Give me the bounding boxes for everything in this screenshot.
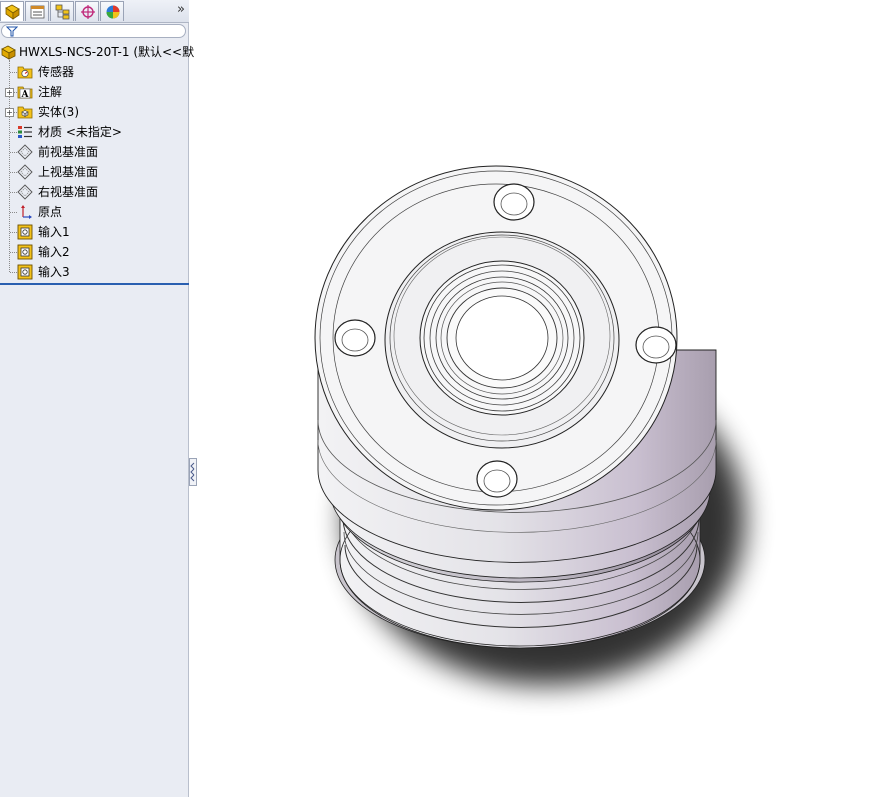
tree-root[interactable]: HWXLS-NCS-20T-1 (默认<<默 [0, 42, 194, 62]
feature-manager-icon [5, 4, 20, 20]
tree-item-solid-bodies[interactable]: + 实体(3) [0, 102, 189, 122]
solid-bodies-folder-icon [17, 106, 33, 119]
tree-item-front-plane[interactable]: 前视基准面 [0, 142, 189, 162]
panel-tab-bar: » [0, 0, 189, 23]
tree-item-import-3[interactable]: 输入3 [0, 262, 189, 282]
tree-root-label: HWXLS-NCS-20T-1 (默认<<默 [19, 45, 195, 59]
tree-item-label: 原点 [38, 205, 63, 219]
plane-icon [17, 184, 33, 200]
feature-manager-panel: » HWXLS-NCS-20T-1 (默认<<默 传感器 + A 注解 + 实体… [0, 0, 194, 797]
property-manager-icon [30, 5, 45, 19]
tree-item-label: 输入3 [38, 265, 70, 279]
tree-item-label: 材质 <未指定> [38, 125, 122, 139]
tree-item-annotations[interactable]: + A 注解 [0, 82, 189, 102]
tree-branch [10, 72, 17, 73]
tree-item-label: 输入2 [38, 245, 70, 259]
display-manager-tab[interactable] [100, 1, 124, 21]
load-cell-model[interactable] [314, 165, 717, 649]
tree-item-label: 注解 [38, 85, 63, 99]
tree-branch [10, 152, 17, 153]
tree-branch [10, 192, 17, 193]
tree-item-right-plane[interactable]: 右视基准面 [0, 182, 189, 202]
tree-branch [10, 172, 17, 173]
tree-branch [10, 252, 17, 253]
property-manager-tab[interactable] [25, 1, 49, 21]
expand-toggle[interactable]: + [5, 108, 14, 117]
tree-item-label: 右视基准面 [38, 185, 99, 199]
display-manager-icon [106, 5, 120, 19]
tree-item-top-plane[interactable]: 上视基准面 [0, 162, 189, 182]
annotation-icon: A [17, 86, 33, 100]
configuration-manager-icon [55, 4, 70, 20]
imported-body-icon [17, 244, 33, 260]
tree-filter-input[interactable] [1, 24, 186, 38]
sensor-folder-icon [17, 66, 33, 79]
dimxpert-tab[interactable] [75, 1, 99, 21]
tree-item-label: 传感器 [38, 65, 75, 79]
configuration-manager-tab[interactable] [50, 1, 74, 21]
tree-item-import-1[interactable]: 输入1 [0, 222, 189, 242]
tree-item-label: 上视基准面 [38, 165, 99, 179]
tree-item-import-2[interactable]: 输入2 [0, 242, 189, 262]
svg-text:A: A [21, 90, 30, 100]
tree-item-origin[interactable]: 原点 [0, 202, 189, 222]
tree-branch [10, 232, 17, 233]
material-icon [18, 126, 32, 138]
tree-item-label: 前视基准面 [38, 145, 99, 159]
dimxpert-icon [81, 5, 95, 19]
origin-icon [21, 205, 32, 219]
expand-toggle[interactable]: + [5, 88, 14, 97]
tree-item-label: 实体(3) [38, 105, 79, 119]
tree-branch [10, 272, 17, 273]
tree-item-label: 输入1 [38, 225, 70, 239]
plane-icon [17, 164, 33, 180]
tree-branch [10, 132, 17, 133]
feature-manager-tab[interactable] [0, 1, 24, 21]
graphics-viewport[interactable] [190, 0, 871, 797]
rollback-bar[interactable] [0, 283, 189, 285]
tree-item-sensors[interactable]: 传感器 [0, 62, 189, 82]
part-icon [1, 45, 16, 60]
filter-funnel-icon [6, 26, 18, 37]
imported-body-icon [17, 264, 33, 280]
tree-branch [10, 212, 17, 213]
imported-body-icon [17, 224, 33, 240]
tree-item-material[interactable]: 材质 <未指定> [0, 122, 189, 142]
plane-icon [17, 144, 33, 160]
more-tabs-button[interactable]: » [177, 2, 185, 18]
